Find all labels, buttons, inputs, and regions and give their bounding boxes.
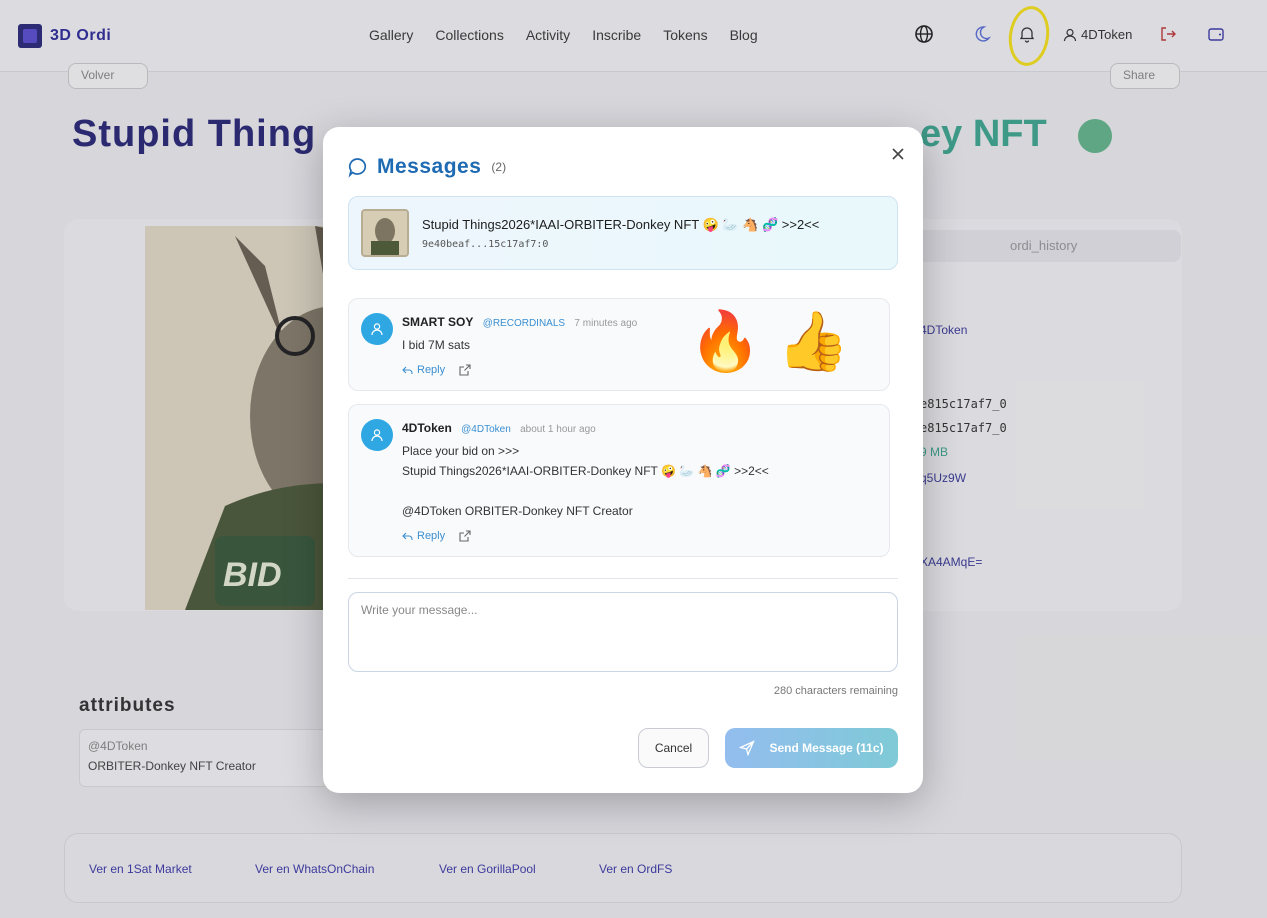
message-author: SMART SOY — [402, 315, 474, 329]
message-item: SMART SOY @RECORDINALS 7 minutes ago I b… — [348, 298, 890, 391]
cancel-button[interactable]: Cancel — [638, 728, 709, 768]
message-line: @4DToken ORBITER-Donkey NFT Creator — [402, 504, 633, 518]
message-time: about 1 hour ago — [520, 424, 596, 435]
modal-title: Messages — [377, 155, 482, 178]
messages-modal: Messages (2) Stupid Things2026*IAAI-ORBI… — [323, 127, 923, 793]
nft-thumbnail — [361, 209, 409, 257]
avatar — [361, 419, 393, 451]
nft-name: Stupid Things2026*IAAI-ORBITER-Donkey NF… — [422, 217, 820, 232]
fire-emoji: 🔥 — [689, 309, 762, 374]
divider — [348, 578, 898, 579]
external-link-icon[interactable] — [459, 364, 471, 376]
message-header: 4DToken @4DToken about 1 hour ago — [402, 421, 596, 435]
message-handle[interactable]: @4DToken — [461, 424, 511, 435]
thumbs-up-emoji: 👍 — [777, 309, 850, 374]
reply-icon — [402, 366, 413, 374]
chars-remaining: 280 characters remaining — [773, 685, 898, 697]
reply-label: Reply — [417, 364, 446, 376]
message-handle[interactable]: @RECORDINALS — [483, 318, 565, 329]
close-icon[interactable] — [889, 145, 907, 163]
user-icon — [371, 429, 383, 442]
message-header: SMART SOY @RECORDINALS 7 minutes ago — [402, 315, 637, 329]
message-body: I bid 7M sats — [402, 335, 470, 355]
avatar — [361, 313, 393, 345]
send-label: Send Message (11c) — [769, 741, 884, 755]
message-line: I bid 7M sats — [402, 338, 471, 352]
message-input[interactable]: Write your message... — [348, 592, 898, 672]
message-line: Stupid Things2026*IAAI-ORBITER-Donkey NF… — [402, 464, 769, 478]
message-count: (2) — [491, 160, 507, 174]
message-line: Place your bid on >>> — [402, 444, 520, 458]
message-actions: Reply — [402, 364, 471, 376]
message-author: 4DToken — [402, 421, 452, 435]
send-icon — [739, 740, 756, 756]
message-time: 7 minutes ago — [574, 318, 638, 329]
external-link-icon[interactable] — [459, 530, 471, 542]
reaction-emojis: 🔥 👍 — [689, 307, 849, 377]
send-message-button[interactable]: Send Message (11c) — [725, 728, 898, 768]
chat-bubble-icon — [348, 158, 367, 178]
message-item: 4DToken @4DToken about 1 hour ago Place … — [348, 404, 890, 557]
reply-button[interactable]: Reply — [402, 364, 445, 376]
nft-reference-card[interactable]: Stupid Things2026*IAAI-ORBITER-Donkey NF… — [348, 196, 898, 270]
reply-label: Reply — [417, 530, 446, 542]
message-actions: Reply — [402, 530, 471, 542]
user-icon — [371, 323, 383, 336]
reply-icon — [402, 532, 413, 540]
nft-id: 9e40beaf...15c17af7:0 — [422, 239, 549, 250]
modal-header: Messages (2) — [347, 155, 506, 179]
reply-button[interactable]: Reply — [402, 530, 445, 542]
message-body: Place your bid on >>> Stupid Things2026*… — [402, 441, 769, 521]
